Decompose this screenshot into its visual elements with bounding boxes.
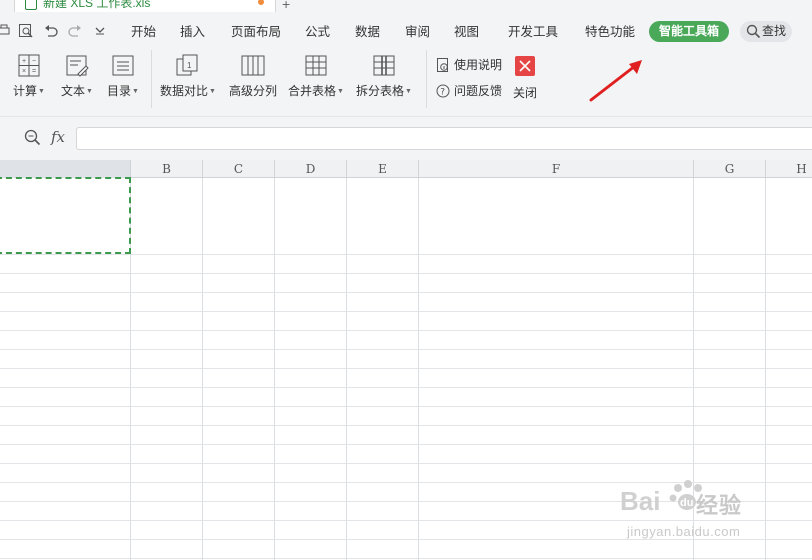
cell-selection-marquee[interactable] xyxy=(0,177,131,254)
help-button[interactable]: 使用说明 xyxy=(436,57,506,73)
catalog-button[interactable]: 目录▼ xyxy=(100,54,146,100)
catalog-label: 目录▼ xyxy=(107,84,139,98)
advanced-split-button[interactable]: 高级分列 xyxy=(225,54,281,100)
formula-bar: fx xyxy=(0,116,812,160)
menu-data[interactable]: 数据 xyxy=(355,24,380,40)
help-label: 使用说明 xyxy=(454,58,503,72)
svg-text:+: + xyxy=(22,58,26,65)
document-info-icon xyxy=(437,58,448,72)
svg-text:×: × xyxy=(22,68,26,75)
close-label: 关闭 xyxy=(513,86,538,100)
grid-line xyxy=(0,425,812,426)
watermark-text: 经验 xyxy=(696,493,743,518)
search-label: 查找 xyxy=(762,24,787,38)
svg-text:=: = xyxy=(32,68,36,75)
split-columns-icon xyxy=(241,55,265,76)
grid-line xyxy=(0,368,812,369)
unsaved-dot-icon xyxy=(258,0,264,5)
data-compare-button[interactable]: 1 数据对比▼ xyxy=(156,54,220,100)
watermark-url: jingyan.baidu.com xyxy=(627,524,741,539)
menu-page-layout[interactable]: 页面布局 xyxy=(231,24,281,40)
menu-formulas[interactable]: 公式 xyxy=(305,24,330,40)
close-icon xyxy=(519,60,531,72)
column-header-e[interactable]: E xyxy=(347,160,419,178)
merge-table-button[interactable]: 合并表格▼ xyxy=(285,54,347,100)
search-icon xyxy=(746,24,761,39)
split-table-icon xyxy=(373,55,395,76)
svg-text:−: − xyxy=(32,58,36,65)
list-icon xyxy=(112,55,134,76)
calculator-icon: + −× = xyxy=(18,54,40,77)
grid-line xyxy=(0,330,812,331)
menu-developer[interactable]: 开发工具 xyxy=(508,24,558,40)
text-edit-icon xyxy=(66,55,89,77)
column-header-h[interactable]: H xyxy=(766,160,812,178)
column-header-d[interactable]: D xyxy=(275,160,347,178)
grid-line xyxy=(346,178,347,560)
text-button[interactable]: 文本▼ xyxy=(54,54,100,100)
grid-line xyxy=(202,178,203,560)
document-tab-title: 新建 XLS 工作表.xls xyxy=(43,0,151,10)
menu-review[interactable]: 审阅 xyxy=(405,24,430,40)
merge-table-label: 合并表格▼ xyxy=(288,84,344,98)
grid-line xyxy=(0,444,812,445)
svg-text:du: du xyxy=(680,497,693,509)
undo-icon[interactable] xyxy=(44,24,58,38)
print-preview-icon[interactable] xyxy=(18,23,34,39)
customize-chevron-icon[interactable] xyxy=(95,27,105,35)
document-tab[interactable]: 新建 XLS 工作表.xls xyxy=(14,0,276,12)
svg-text:?: ? xyxy=(440,88,445,98)
print-icon[interactable] xyxy=(0,24,10,38)
top-toolbar: 新建 XLS 工作表.xls + 开始 插入 页面布局 公式 数据 审阅 视图 … xyxy=(0,0,812,116)
grid-line xyxy=(418,178,419,560)
grid-line xyxy=(0,558,812,559)
column-header-b[interactable]: B xyxy=(131,160,203,178)
column-header-g[interactable]: G xyxy=(694,160,766,178)
calculate-label: 计算▼ xyxy=(13,84,45,98)
menu-special-features[interactable]: 特色功能 xyxy=(585,24,635,40)
menu-insert[interactable]: 插入 xyxy=(180,24,205,40)
search-button[interactable]: 查找 xyxy=(740,21,792,42)
spreadsheet-file-icon xyxy=(25,0,37,10)
ribbon-separator xyxy=(426,50,427,108)
advanced-split-label: 高级分列 xyxy=(228,84,277,98)
column-header-c[interactable]: C xyxy=(203,160,275,178)
menu-view[interactable]: 视图 xyxy=(454,24,479,40)
grid-line xyxy=(0,311,812,312)
grid-line xyxy=(0,463,812,464)
question-circle-icon: ? xyxy=(436,84,450,98)
data-compare-icon: 1 xyxy=(176,54,198,76)
fx-label[interactable]: fx xyxy=(51,128,65,146)
grid-line xyxy=(0,387,812,388)
grid-line xyxy=(0,406,812,407)
split-table-button[interactable]: 拆分表格▼ xyxy=(352,54,416,100)
annotation-arrow-icon xyxy=(589,60,642,102)
close-toolbox-button[interactable] xyxy=(515,56,535,76)
formula-input[interactable] xyxy=(76,127,812,150)
svg-text:Bai: Bai xyxy=(620,486,660,516)
column-header-f[interactable]: F xyxy=(419,160,694,178)
merge-table-icon xyxy=(305,55,327,76)
redo-icon[interactable] xyxy=(68,24,82,38)
ribbon-separator xyxy=(151,50,152,108)
text-label: 文本▼ xyxy=(61,84,93,98)
menu-smart-toolbox[interactable]: 智能工具箱 xyxy=(649,21,729,42)
grid-line xyxy=(0,254,812,255)
zoom-icon[interactable] xyxy=(24,129,41,146)
grid-line xyxy=(274,178,275,560)
column-header-a[interactable] xyxy=(0,160,131,178)
feedback-button[interactable]: ? 问题反馈 xyxy=(436,83,506,99)
split-table-label: 拆分表格▼ xyxy=(356,84,412,98)
new-tab-button[interactable]: + xyxy=(282,0,290,12)
feedback-label: 问题反馈 xyxy=(454,84,503,98)
menu-home[interactable]: 开始 xyxy=(131,24,156,40)
svg-text:1: 1 xyxy=(187,61,192,70)
calculate-button[interactable]: + − × = 计算▼ xyxy=(6,54,52,100)
data-compare-label: 数据对比▼ xyxy=(160,84,216,98)
grid-line xyxy=(0,292,812,293)
grid-line xyxy=(0,273,812,274)
grid-line xyxy=(0,349,812,350)
column-header-row: B C D E F G H xyxy=(0,160,812,178)
